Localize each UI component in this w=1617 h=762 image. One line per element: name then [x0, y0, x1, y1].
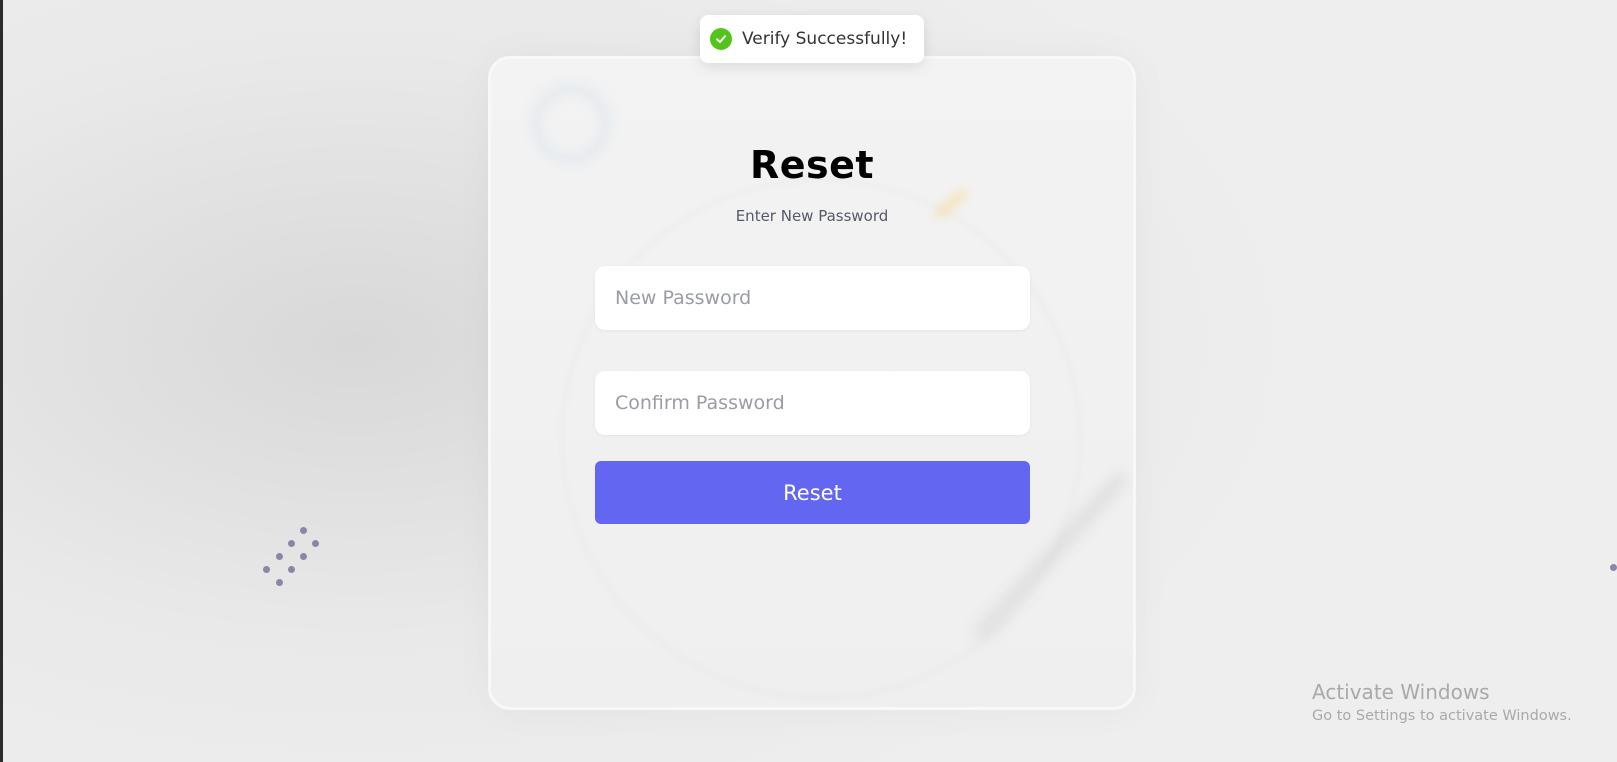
decorative-ring — [561, 179, 1081, 699]
window-edge — [0, 0, 3, 762]
watermark-subtitle: Go to Settings to activate Windows. — [1312, 708, 1572, 724]
windows-activation-watermark: Activate Windows Go to Settings to activ… — [1312, 680, 1572, 724]
new-password-input[interactable] — [595, 266, 1030, 330]
watermark-title: Activate Windows — [1312, 680, 1490, 704]
decorative-dots — [258, 525, 322, 589]
confirm-password-input[interactable] — [595, 371, 1030, 435]
check-circle-icon — [710, 28, 732, 50]
reset-card: Reset Enter New Password Reset — [488, 56, 1136, 710]
toast-message: Verify Successfully! — [742, 29, 908, 49]
reset-button[interactable]: Reset — [595, 461, 1030, 524]
page-title: Reset — [749, 143, 875, 187]
page-subtitle: Enter New Password — [735, 207, 889, 225]
decorative-dot — [1610, 564, 1617, 571]
success-toast: Verify Successfully! — [700, 15, 924, 63]
